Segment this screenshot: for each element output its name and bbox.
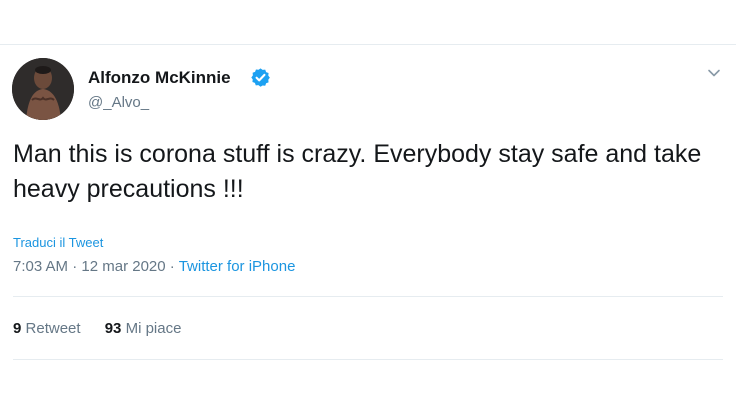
tweet-text: Man this is corona stuff is crazy. Every… xyxy=(13,140,702,203)
tweet-meta: 7:03 AM · 12 mar 2020 · Twitter for iPho… xyxy=(13,258,295,275)
divider xyxy=(13,296,723,297)
avatar[interactable] xyxy=(12,58,74,120)
verified-badge-icon xyxy=(250,67,271,88)
author-name[interactable]: Alfonzo McKinnie xyxy=(88,68,231,88)
like-label: Mi piace xyxy=(125,320,182,337)
translate-tweet-link[interactable]: Traduci il Tweet xyxy=(13,235,103,250)
tweet-time[interactable]: 7:03 AM xyxy=(13,258,68,275)
meta-separator: · xyxy=(72,258,78,275)
retweet-count: 9 xyxy=(13,320,22,337)
tweet-source[interactable]: Twitter for iPhone xyxy=(179,258,296,275)
chevron-down-icon[interactable] xyxy=(706,65,722,81)
tweet-card: Alfonzo McKinnie @_Alvo_ Man this is cor… xyxy=(0,45,736,414)
author-handle[interactable]: @_Alvo_ xyxy=(88,94,149,111)
divider xyxy=(13,359,723,360)
tweet-date[interactable]: 12 mar 2020 xyxy=(81,258,165,275)
like-count: 93 xyxy=(104,320,122,337)
like-stat[interactable]: 93 Mi piace xyxy=(105,320,182,337)
retweet-label: Retweet xyxy=(25,320,81,337)
tweet-stats: 9 Retweet 93 Mi piace xyxy=(13,320,201,337)
retweet-stat[interactable]: 9 Retweet xyxy=(13,320,81,337)
meta-separator: · xyxy=(169,258,175,275)
